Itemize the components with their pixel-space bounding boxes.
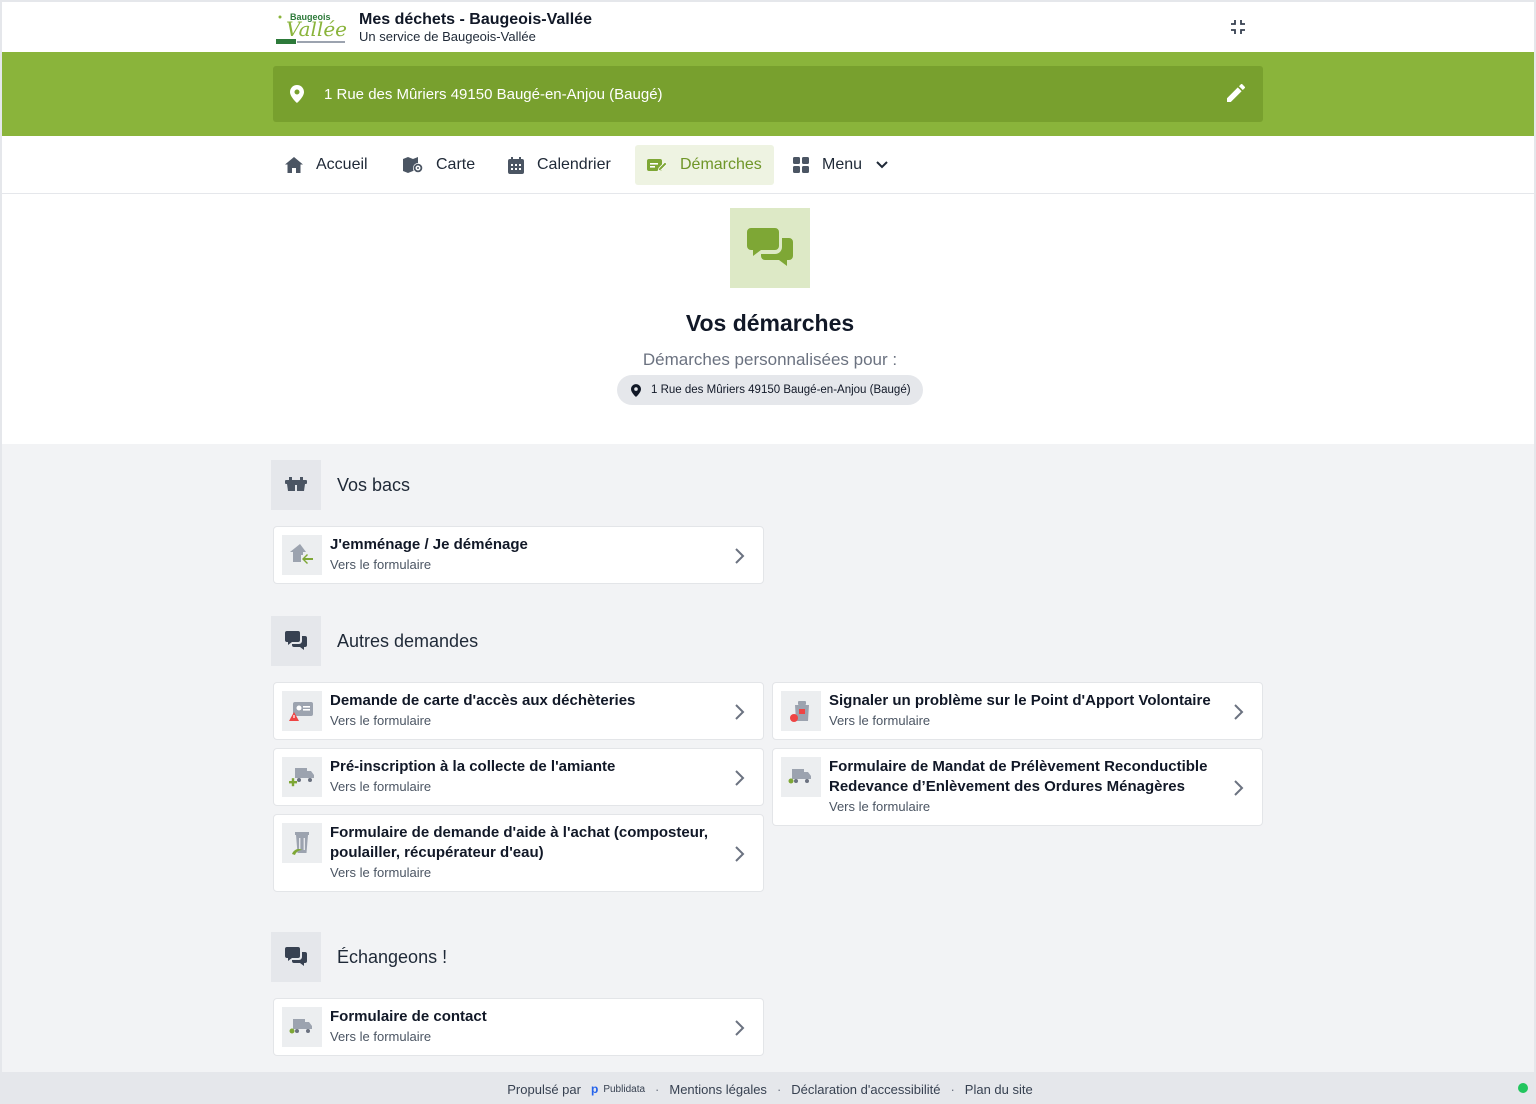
chat-bubbles-icon [730,208,810,288]
composter-icon [282,823,322,863]
card-title: Signaler un problème sur le Point d'Appo… [829,692,1211,709]
main-nav: Accueil Carte Calendrier Démarches Menu [2,136,1534,194]
section-title: Échangeons ! [337,946,448,967]
chevron-down-icon [876,161,888,169]
card-title: Demande de carte d'accès aux déchèteries [330,692,636,709]
nav-menu[interactable]: Menu [781,145,900,185]
card-emmenagement[interactable]: J'emménage / Je déménage Vers le formula… [273,526,764,584]
card-carte-acces[interactable]: Demande de carte d'accès aux déchèteries… [273,682,764,740]
card-aide-achat[interactable]: Formulaire de demande d'aide à l'achat (… [273,814,764,892]
nav-accueil[interactable]: Accueil [273,145,380,185]
app-subtitle: Un service de Baugeois-Vallée [359,29,536,44]
card-contact[interactable]: Formulaire de contact Vers le formulaire [273,998,764,1056]
map-icon [403,157,423,173]
card-signaler-pav[interactable]: Signaler un problème sur le Point d'Appo… [772,682,1263,740]
app-frame: Baugeois Vallée Mes déchets - Baugeois-V… [0,0,1536,1104]
app-title: Mes déchets - Baugeois-Vallée [359,11,592,28]
home-icon [285,157,303,173]
chevron-right-icon [735,846,745,862]
separator: · [950,1081,955,1097]
separator: · [655,1081,660,1097]
nav-label: Calendrier [537,156,611,173]
separator: · [776,1081,782,1097]
card-title: Pré-inscription à la collecte de l'amian… [330,758,616,775]
collapse-icon[interactable] [1228,17,1248,37]
card-amiante[interactable]: Pré-inscription à la collecte de l'amian… [273,748,764,806]
chevron-right-icon [735,1020,745,1036]
nav-label: Carte [436,156,476,173]
grid-icon [793,157,809,173]
powered-by-label: Propulsé par [507,1081,581,1097]
chat-icon [271,932,321,982]
pencil-icon[interactable] [1227,84,1247,104]
chevron-right-icon [735,548,745,564]
card-subtitle: Vers le formulaire [330,865,432,880]
brand-name: Publidata [603,1083,646,1095]
card-title: Formulaire de Mandat de Prélèvement Reco… [829,758,1208,795]
map-pin-icon [290,85,306,103]
status-indicator [1518,1083,1528,1093]
publidata-logo-icon: p [590,1082,599,1096]
brand-logo[interactable]: Baugeois Vallée [276,10,348,46]
nav-demarches[interactable]: Démarches [635,145,774,185]
nav-label: Démarches [680,156,762,173]
chat-icon [271,616,321,666]
page-subtitle: Démarches personnalisées pour : [642,350,898,369]
section-echangeons: Échangeons ! [271,932,771,982]
truck-plus-icon [282,757,322,797]
svg-text:Vallée: Vallée [286,17,347,41]
address-selector[interactable]: 1 Rue des Mûriers 49150 Baugé-en-Anjou (… [273,66,1263,122]
card-mandat-prelevement[interactable]: Formulaire de Mandat de Prélèvement Reco… [772,748,1263,826]
house-move-icon [282,535,322,575]
chevron-right-icon [735,770,745,786]
page-title: Vos démarches [685,310,855,336]
card-subtitle: Vers le formulaire [330,779,432,794]
header: Baugeois Vallée Mes déchets - Baugeois-V… [2,2,1534,52]
footer-link-accessibilite[interactable]: Déclaration d'accessibilité [791,1082,940,1097]
card-title: Formulaire de demande d'aide à l'achat (… [330,824,709,861]
section-title: Autres demandes [337,630,479,651]
hero: Vos démarches Démarches personnalisées p… [2,194,1534,444]
section-title: Vos bacs [337,474,411,495]
truck-icon [781,757,821,797]
address-text: 1 Rue des Mûriers 49150 Baugé-en-Anjou (… [324,85,663,103]
nav-carte[interactable]: Carte [391,145,487,185]
chevron-right-icon [1234,780,1244,796]
card-title: Formulaire de contact [330,1008,487,1025]
card-subtitle: Vers le formulaire [829,713,931,728]
address-chip-label: 1 Rue des Mûriers 49150 Baugé-en-Anjou (… [651,384,911,396]
nav-label: Accueil [316,156,368,173]
card-subtitle: Vers le formulaire [330,1029,432,1044]
section-autres-demandes: Autres demandes [271,616,771,666]
address-band: 1 Rue des Mûriers 49150 Baugé-en-Anjou (… [2,52,1534,136]
section-vos-bacs: Vos bacs [271,460,771,510]
truck-icon [282,1007,322,1047]
nav-calendrier[interactable]: Calendrier [496,145,623,185]
card-subtitle: Vers le formulaire [330,713,432,728]
bins-icon [271,460,321,510]
card-subtitle: Vers le formulaire [330,557,432,572]
access-card-icon [282,691,322,731]
nav-label: Menu [822,156,863,173]
footer-link-mentions[interactable]: Mentions légales [669,1082,767,1097]
chevron-right-icon [1234,704,1244,720]
footer-link-plan[interactable]: Plan du site [965,1082,1033,1097]
container-alert-icon [781,691,821,731]
chevron-right-icon [735,704,745,720]
calendar-icon [508,156,524,174]
address-chip: 1 Rue des Mûriers 49150 Baugé-en-Anjou (… [617,375,923,405]
card-title: J'emménage / Je déménage [330,536,528,553]
form-edit-icon [647,159,667,172]
card-subtitle: Vers le formulaire [829,799,931,814]
map-pin-icon [631,383,641,397]
publidata-link[interactable]: p Publidata [591,1082,645,1096]
footer: Propulsé par p Publidata · Mentions légal… [2,1072,1534,1104]
